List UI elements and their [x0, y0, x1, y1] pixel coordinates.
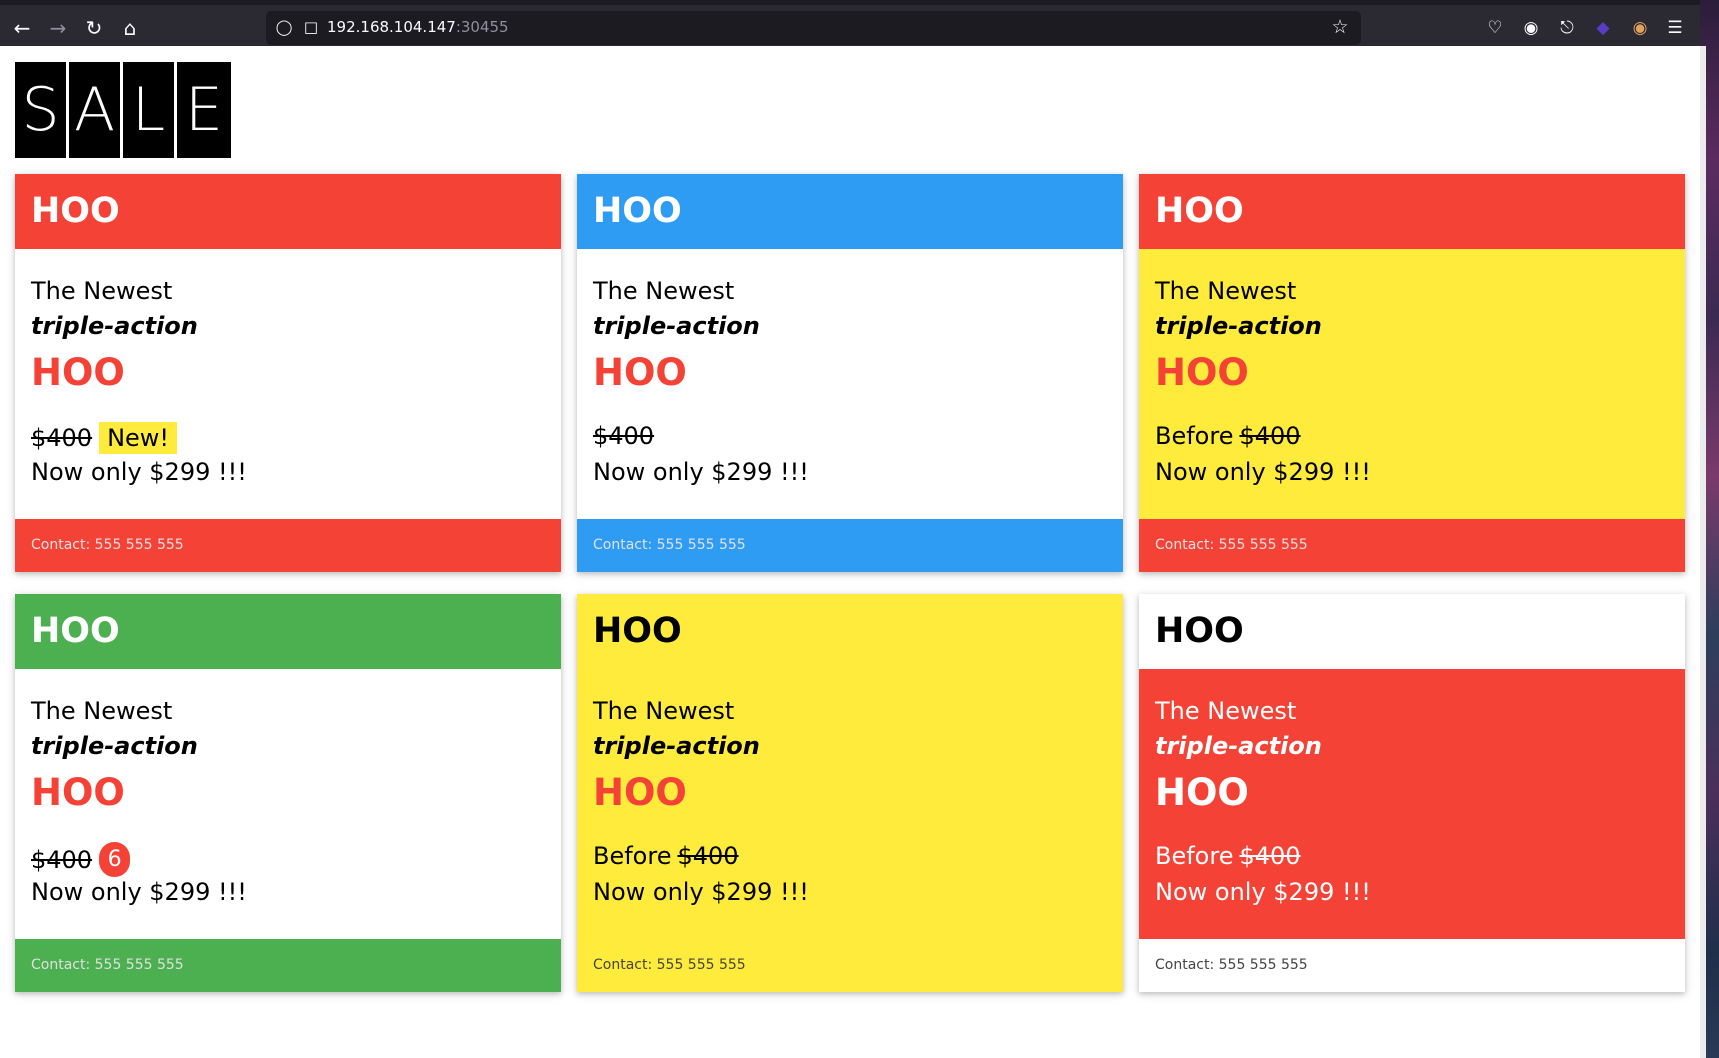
before-label: Before — [1155, 842, 1234, 870]
new-tag: New! — [99, 422, 178, 454]
tagline: The Newest — [31, 697, 173, 725]
price-line: Before $400 — [593, 842, 739, 870]
logo-letter: E — [177, 62, 231, 158]
browser-toolbar: ← → ↻ ⌂ ◯ □ 192.168.104.147:30455 ☆ ♡ ◉ … — [0, 0, 1700, 46]
sale-price: Now only $299 !!! — [593, 458, 809, 486]
shield-icon[interactable]: ◯ — [273, 16, 295, 38]
card-header: HOO — [1139, 594, 1685, 669]
product-name: HOO — [31, 351, 125, 394]
card-body: The Newest triple-action HOO Before $400… — [577, 669, 1123, 939]
card-header: HOO — [15, 174, 561, 249]
extension-icon[interactable]: ◆ — [1590, 15, 1616, 41]
feature-text: triple-action — [31, 312, 198, 340]
product-name: HOO — [1155, 351, 1249, 394]
page-viewport: S A L E HOO The Newest triple-action HOO… — [0, 46, 1700, 1058]
card-footer: Contact: 555 555 555 — [577, 519, 1123, 572]
card-header: HOO — [577, 594, 1123, 669]
feature-text: triple-action — [1155, 732, 1322, 760]
url-bar[interactable]: ◯ □ 192.168.104.147:30455 ☆ — [266, 11, 1361, 45]
price-line: Before $400 — [1155, 842, 1301, 870]
tagline: The Newest — [1155, 277, 1297, 305]
price-line: $400 New! — [31, 422, 178, 454]
sale-price: Now only $299 !!! — [31, 878, 247, 906]
home-icon[interactable]: ⌂ — [117, 15, 143, 41]
old-price: $400 — [677, 842, 739, 870]
star-icon[interactable]: ☆ — [1329, 16, 1351, 38]
before-label: Before — [593, 842, 672, 870]
card-body: The Newest triple-action HOO $400 6 Now … — [15, 669, 561, 939]
logo-letter: S — [15, 62, 66, 158]
price-line: Before $400 — [1155, 422, 1301, 450]
tagline: The Newest — [1155, 697, 1297, 725]
feature-text: triple-action — [593, 312, 760, 340]
url-port: :30455 — [455, 18, 509, 36]
sale-price: Now only $299 !!! — [31, 458, 247, 486]
product-name: HOO — [593, 351, 687, 394]
url-host: 192.168.104.147 — [327, 18, 456, 36]
card-footer: Contact: 555 555 555 — [577, 939, 1123, 992]
card-footer: Contact: 555 555 555 — [15, 939, 561, 992]
product-name: HOO — [31, 771, 125, 814]
card-header: HOO — [1139, 174, 1685, 249]
old-price: $400 — [31, 424, 93, 452]
before-label: Before — [1155, 422, 1234, 450]
feature-text: triple-action — [1155, 312, 1322, 340]
price-line: $400 — [593, 422, 654, 450]
product-card: HOO The Newest triple-action HOO Before … — [577, 594, 1123, 992]
sale-price: Now only $299 !!! — [593, 878, 809, 906]
product-card: HOO The Newest triple-action HOO $400 6 … — [15, 594, 561, 992]
old-price: $400 — [593, 422, 655, 450]
card-header: HOO — [577, 174, 1123, 249]
arrow-left-icon[interactable]: ← — [9, 15, 35, 41]
count-badge: 6 — [99, 842, 131, 877]
lock-icon[interactable]: □ — [300, 16, 322, 38]
feature-text: triple-action — [593, 732, 760, 760]
page-scrollbar[interactable] — [1700, 46, 1706, 1058]
logo-letter: A — [69, 62, 120, 158]
url-text[interactable]: 192.168.104.147:30455 — [327, 18, 509, 36]
old-price: $400 — [31, 845, 93, 874]
card-body: The Newest triple-action HOO Before $400… — [1139, 249, 1685, 519]
reload-icon[interactable]: ↻ — [81, 15, 107, 41]
sale-price: Now only $299 !!! — [1155, 878, 1371, 906]
card-footer: Contact: 555 555 555 — [15, 519, 561, 572]
sale-logo: S A L E — [15, 62, 231, 158]
tagline: The Newest — [593, 277, 735, 305]
old-price: $400 — [1239, 842, 1301, 870]
product-card: HOO The Newest triple-action HOO Before … — [1139, 174, 1685, 572]
card-footer: Contact: 555 555 555 — [1139, 519, 1685, 572]
card-body: The Newest triple-action HOO $400 New! N… — [15, 249, 561, 519]
logo-letter: L — [123, 62, 174, 158]
product-name: HOO — [593, 771, 687, 814]
product-card: HOO The Newest triple-action HOO $400 Ne… — [15, 174, 561, 572]
product-card: HOO The Newest triple-action HOO $400 No… — [577, 174, 1123, 572]
price-line: $400 6 — [31, 842, 131, 877]
feature-text: triple-action — [31, 732, 198, 760]
product-name: HOO — [1155, 771, 1249, 814]
card-footer: Contact: 555 555 555 — [1139, 939, 1685, 992]
old-price: $400 — [1239, 422, 1301, 450]
card-body: The Newest triple-action HOO $400 Now on… — [577, 249, 1123, 519]
pocket-icon[interactable]: ♡ — [1482, 15, 1508, 41]
card-body: The Newest triple-action HOO Before $400… — [1139, 669, 1685, 939]
sale-price: Now only $299 !!! — [1155, 458, 1371, 486]
tagline: The Newest — [31, 277, 173, 305]
tagline: The Newest — [593, 697, 735, 725]
product-card: HOO The Newest triple-action HOO Before … — [1139, 594, 1685, 992]
account-icon[interactable]: ◉ — [1518, 15, 1544, 41]
extension-badge-icon[interactable]: ◉ — [1627, 15, 1653, 41]
card-header: HOO — [15, 594, 561, 669]
hamburger-menu-icon[interactable]: ☰ — [1662, 15, 1688, 41]
puzzle-icon[interactable]: ⎋ — [1554, 15, 1580, 41]
arrow-right-icon[interactable]: → — [45, 15, 71, 41]
